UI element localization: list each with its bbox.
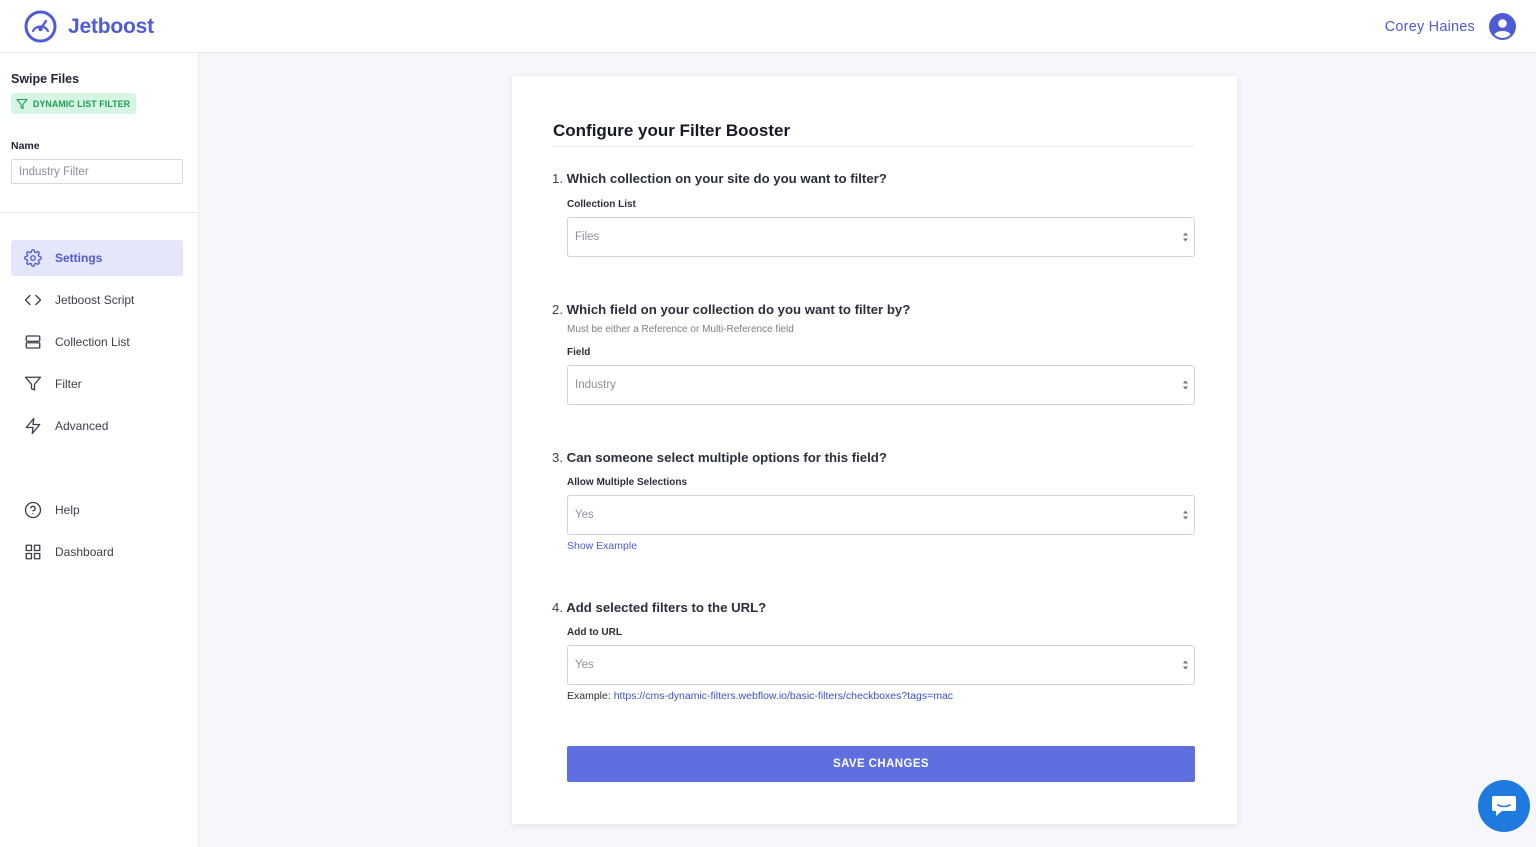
question-text: Add selected filters to the URL? — [566, 600, 767, 615]
site-title: Swipe Files — [11, 72, 80, 86]
gear-icon — [24, 249, 42, 267]
filter-icon — [24, 376, 42, 391]
question-number: 1. — [552, 171, 563, 186]
sidebar-item-label: Collection List — [55, 335, 130, 349]
field-select[interactable]: Industry — [567, 365, 1195, 405]
code-icon — [24, 294, 42, 306]
select-value: Industry — [575, 379, 616, 391]
page-title: Configure your Filter Booster — [553, 121, 791, 140]
example-prefix: Example: — [567, 690, 611, 702]
sidebar-item-label: Advanced — [55, 419, 109, 433]
sidebar-item-dashboard[interactable]: Dashboard — [11, 534, 183, 570]
booster-name-input[interactable] — [11, 159, 183, 184]
question-number: 3. — [552, 450, 563, 465]
field-label: Field — [567, 347, 591, 358]
booster-type-badge: DYNAMIC LIST FILTER — [11, 93, 137, 114]
select-arrows-icon — [1183, 510, 1188, 520]
user-avatar-icon[interactable] — [1489, 13, 1516, 40]
field-hint: Must be either a Reference or Multi-Refe… — [567, 324, 794, 335]
title-divider — [553, 146, 1194, 147]
select-arrows-icon — [1183, 232, 1188, 242]
sidebar-item-settings[interactable]: Settings — [11, 240, 183, 276]
top-bar: Jetboost Corey Haines — [0, 0, 1536, 53]
chat-launcher-button[interactable] — [1478, 780, 1530, 832]
select-value: Yes — [575, 509, 594, 521]
collection-list-label: Collection List — [567, 199, 636, 210]
sidebar-item-jetboost-script[interactable]: Jetboost Script — [11, 282, 183, 318]
sidebar-divider — [0, 212, 198, 213]
url-example: Example: https://cms-dynamic-filters.web… — [567, 690, 953, 702]
sidebar-item-collection-list[interactable]: Collection List — [11, 324, 183, 360]
sidebar-item-label: Help — [55, 503, 80, 517]
sidebar-item-filter[interactable]: Filter — [11, 366, 183, 402]
sidebar-item-advanced[interactable]: Advanced — [11, 408, 183, 444]
chat-bubble-icon — [1492, 796, 1516, 816]
bolt-icon — [25, 417, 41, 435]
select-arrows-icon — [1183, 380, 1188, 390]
question-number: 4. — [552, 600, 563, 615]
filter-icon — [16, 98, 28, 109]
sidebar-item-help[interactable]: Help — [11, 492, 183, 528]
question-text: Which collection on your site do you wan… — [566, 171, 887, 186]
allow-multiple-label: Allow Multiple Selections — [567, 477, 688, 488]
sidebar-item-label: Settings — [55, 251, 103, 265]
brand-name: Jetboost — [68, 14, 154, 38]
add-to-url-label: Add to URL — [567, 627, 622, 638]
select-value: Yes — [575, 659, 594, 671]
add-to-url-select[interactable]: Yes — [567, 645, 1195, 685]
user-name[interactable]: Corey Haines — [1385, 19, 1475, 35]
sidebar-item-label: Filter — [55, 377, 82, 391]
sidebar: Swipe Files DYNAMIC LIST FILTER Name Set… — [0, 53, 199, 847]
filter-config-card: Configure your Filter Booster 1. Which c… — [512, 76, 1237, 824]
example-url-link[interactable]: https://cms-dynamic-filters.webflow.io/b… — [614, 690, 953, 702]
logo[interactable]: Jetboost — [24, 10, 154, 43]
question-3: 3. Can someone select multiple options f… — [552, 450, 887, 465]
help-icon — [24, 501, 42, 519]
select-arrows-icon — [1183, 660, 1188, 670]
select-value: Files — [575, 231, 600, 243]
user-menu[interactable]: Corey Haines — [1385, 13, 1516, 40]
list-icon — [25, 335, 41, 349]
name-label: Name — [11, 140, 40, 152]
save-changes-button[interactable]: SAVE CHANGES — [567, 746, 1195, 782]
question-4: 4. Add selected filters to the URL? — [552, 600, 766, 615]
sidebar-item-label: Dashboard — [55, 545, 114, 559]
allow-multiple-select[interactable]: Yes — [567, 495, 1195, 535]
show-example-link[interactable]: Show Example — [567, 540, 637, 552]
grid-icon — [25, 544, 41, 560]
sidebar-item-label: Jetboost Script — [55, 293, 135, 307]
question-number: 2. — [552, 302, 563, 317]
booster-type-label: DYNAMIC LIST FILTER — [33, 98, 131, 109]
question-text: Which field on your collection do you wa… — [566, 302, 911, 317]
question-1: 1. Which collection on your site do you … — [552, 171, 887, 186]
speedometer-logo-icon — [24, 10, 57, 43]
collection-list-select[interactable]: Files — [567, 217, 1195, 257]
question-text: Can someone select multiple options for … — [566, 450, 887, 465]
question-2: 2. Which field on your collection do you… — [552, 302, 910, 317]
